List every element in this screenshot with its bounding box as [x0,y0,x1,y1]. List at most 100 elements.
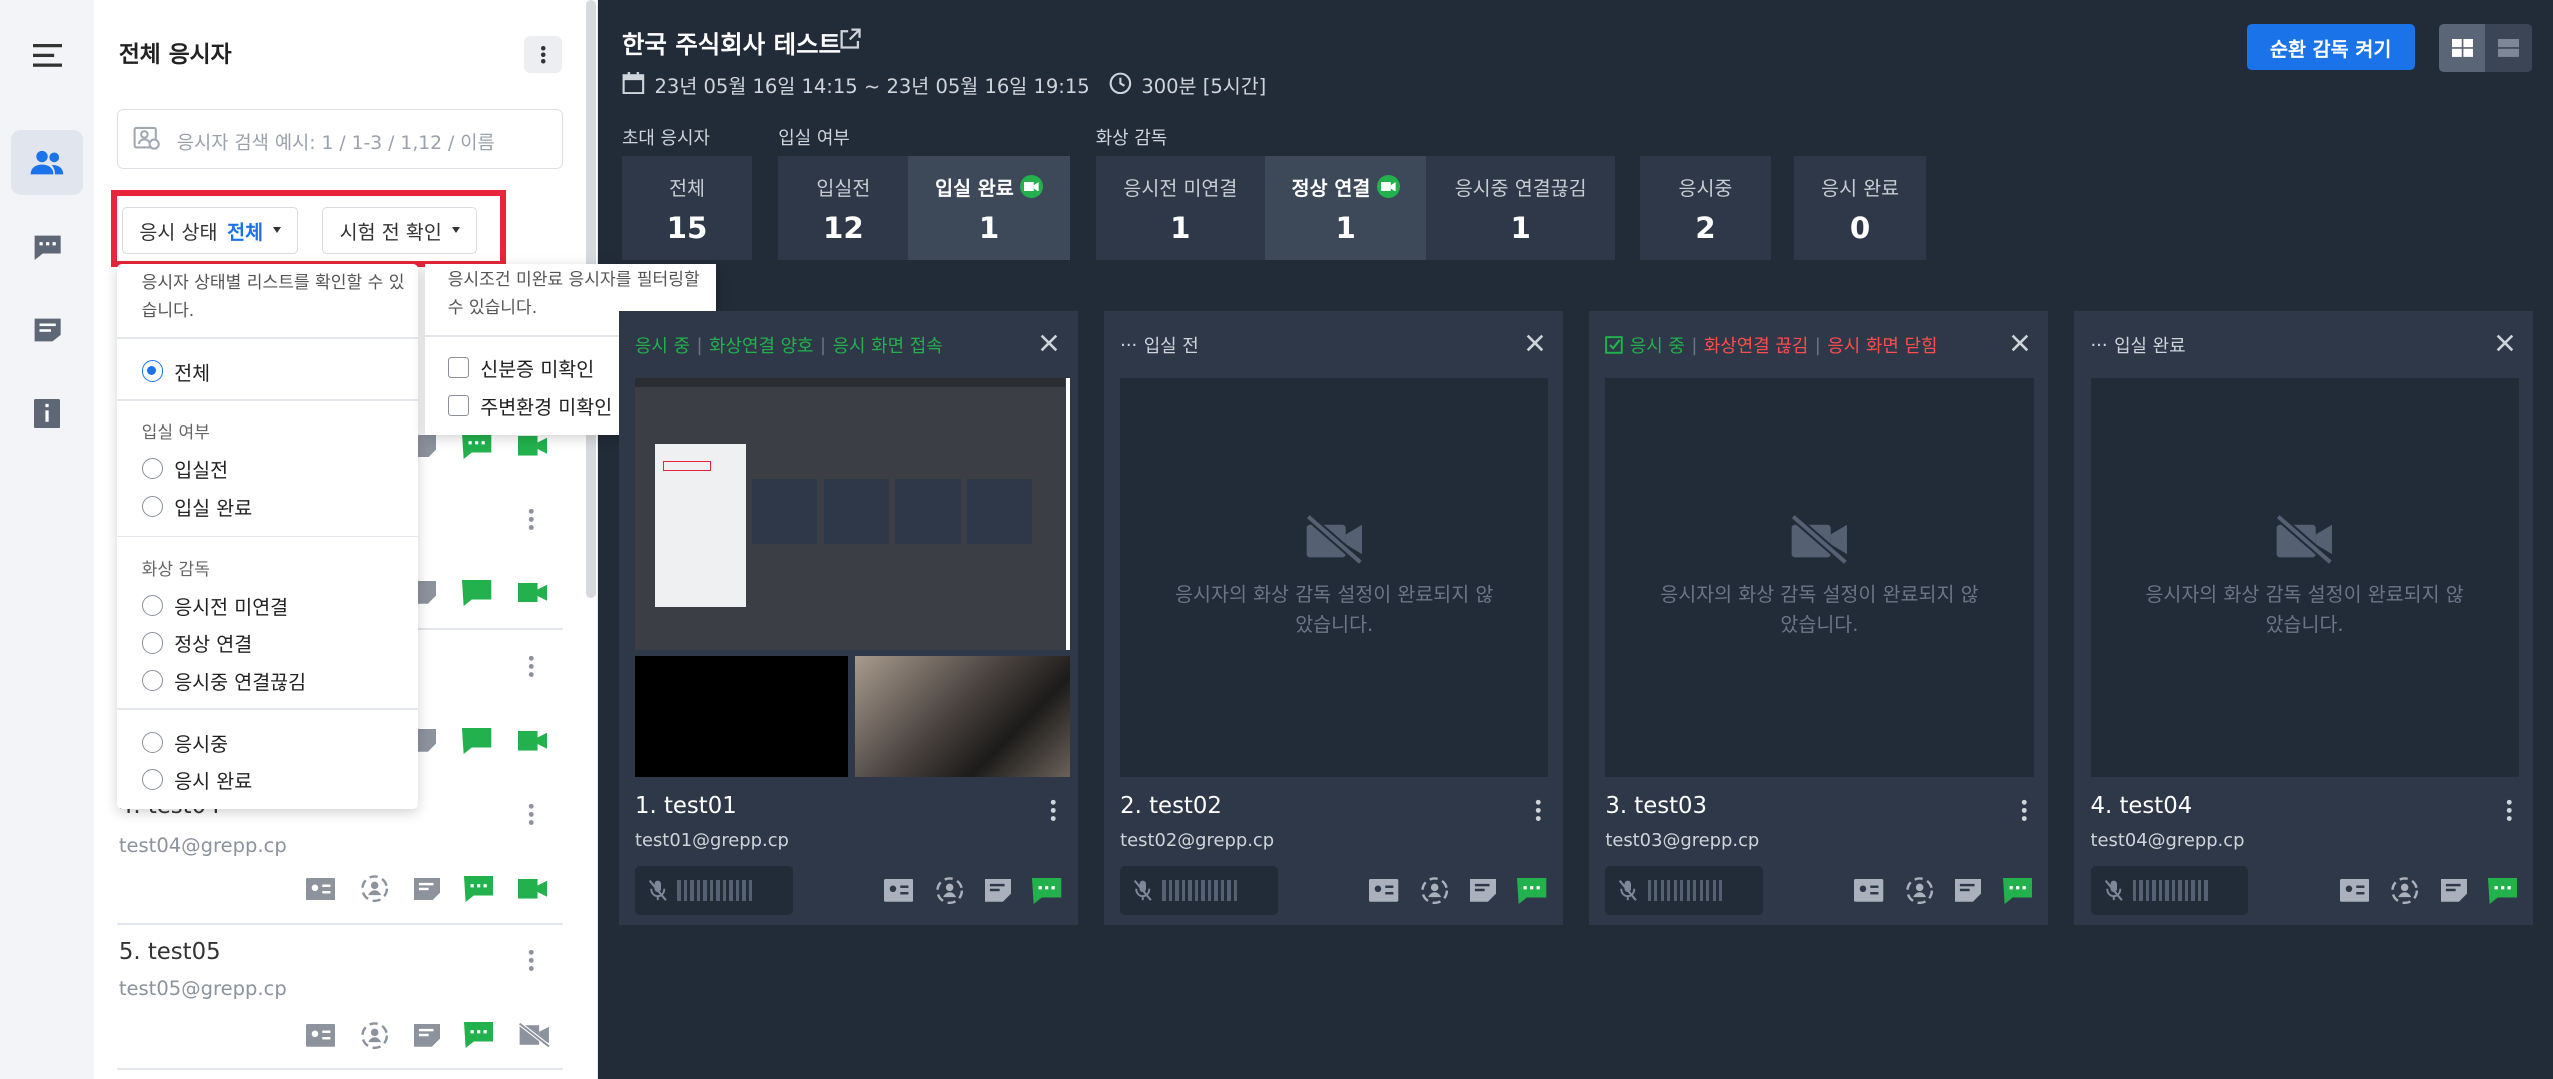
card-actions [1854,876,2032,905]
environment-check-icon[interactable] [2390,876,2419,905]
video-off-icon [1790,515,1849,565]
radio-entry-done[interactable]: 입실 완료 [141,492,252,521]
chat-icon[interactable] [462,579,492,606]
candidate-name[interactable]: 5. test05 [119,939,221,965]
chat-icon[interactable] [2487,877,2518,904]
candidate-search-input[interactable]: 응시자 검색 예시: 1 / 1-3 / 1,12 / 이름 [117,109,564,170]
grid-view-icon[interactable] [2438,24,2486,72]
radio-in-progress[interactable]: 응시중 [141,728,228,757]
close-icon[interactable] [1040,334,1058,352]
radio-disconnected[interactable]: 응시중 연결끊김 [141,666,306,695]
notes-nav-icon[interactable] [11,298,83,363]
card-candidate-name[interactable]: 4. test04 [2091,793,2193,819]
environment-check-icon[interactable] [1905,876,1934,905]
webcam-feed-2[interactable] [854,656,1070,777]
card-more-icon[interactable] [1535,799,1542,822]
row-4-more-icon[interactable] [528,803,535,826]
radio-all[interactable]: 전체 [141,357,210,386]
video-camera-icon [1020,175,1044,198]
rotate-monitoring-button[interactable]: 순환 감독 켜기 [2246,24,2415,70]
stat-connected[interactable]: 정상 연결 1 [1265,156,1427,261]
video-icon[interactable] [517,436,547,456]
note-icon[interactable] [1955,879,1982,902]
note-icon[interactable] [2440,879,2467,902]
stat-before-entry[interactable]: 입실전 12 [778,156,909,261]
candidate-card: ··· 입실 전 응시자의 화상 감독 설정이 완료되지 않았습니다. 2. te… [1103,310,1563,925]
card-candidate-email: test04@grepp.cp [2090,830,2245,852]
status-filter-button[interactable]: 응시 상태 전체 [122,206,299,254]
environment-check-icon[interactable] [1420,876,1449,905]
row-5-more-icon[interactable] [528,949,535,972]
environment-check-icon[interactable] [935,876,964,905]
mic-muted-icon[interactable] [648,879,668,902]
chat-icon[interactable] [463,1022,494,1049]
stat-entry-done[interactable]: 입실 완료 1 [908,156,1070,261]
chat-nav-icon[interactable] [11,215,83,280]
radio-connected[interactable]: 정상 연결 [141,628,252,657]
video-icon[interactable] [517,582,547,603]
stat-total[interactable]: 전체 15 [621,156,753,261]
radio-not-connected[interactable]: 응시전 미연결 [141,591,288,620]
close-icon[interactable] [1526,334,1544,352]
mic-muted-icon[interactable] [1618,879,1638,902]
card-status: 응시 중 | 화상연결 끊김 | 응시 화면 닫힘 [1605,332,1937,358]
stat-disconnected[interactable]: 응시중 연결끊김 1 [1426,156,1616,261]
note-icon[interactable] [985,879,1012,902]
precheck-filter-button[interactable]: 시험 전 확인 [322,206,477,254]
chat-icon[interactable] [462,727,492,754]
stat-in-progress[interactable]: 응시중 2 [1639,156,1772,261]
mic-muted-icon[interactable] [1133,879,1153,902]
id-card-icon[interactable] [1854,879,1884,902]
note-icon[interactable] [1470,879,1497,902]
chevron-down-icon [272,227,281,233]
radio-before-entry[interactable]: 입실전 [141,454,228,483]
chat-icon[interactable] [463,875,494,902]
card-more-icon[interactable] [2506,799,2513,822]
id-card-icon[interactable] [306,877,336,901]
checkbox-env-unchecked[interactable]: 주변환경 미확인 [447,391,612,420]
card-more-icon[interactable] [2021,799,2028,822]
card-candidate-name[interactable]: 1. test01 [635,793,737,819]
panel-more-icon[interactable] [524,35,562,74]
close-icon[interactable] [2496,334,2514,352]
external-link-icon[interactable] [840,28,861,49]
row-3-more-icon[interactable] [528,655,535,678]
stat-done[interactable]: 응시 완료 0 [1794,156,1927,261]
note-icon[interactable] [413,877,440,901]
video-icon[interactable] [517,731,547,751]
info-nav-icon[interactable] [11,381,83,446]
stat-not-connected[interactable]: 응시전 미연결 1 [1095,156,1266,261]
row-2-more-icon[interactable] [528,508,535,531]
close-icon[interactable] [2011,334,2029,352]
video-off-icon[interactable] [518,1022,551,1049]
environment-check-icon[interactable] [360,874,389,903]
menu-toggle-icon[interactable] [11,23,83,88]
id-card-icon[interactable] [1369,879,1399,902]
video-off-icon [2275,515,2334,565]
card-more-icon[interactable] [1050,799,1057,822]
card-actions [884,876,1062,905]
audio-level-meter [2090,866,2249,915]
environment-check-icon[interactable] [360,1021,389,1050]
mic-muted-icon[interactable] [2104,879,2124,902]
nav-rail [0,0,95,1079]
radio-done[interactable]: 응시 완료 [141,765,252,794]
candidate-email: test05@grepp.cp [118,976,287,1000]
chat-icon[interactable] [1032,877,1062,904]
radio-selected-icon [141,360,163,382]
screen-share-feed[interactable] [634,377,1070,650]
chat-icon[interactable] [462,433,492,460]
id-card-icon[interactable] [884,879,914,902]
id-card-icon[interactable] [306,1024,336,1047]
candidates-nav-icon[interactable] [11,130,84,196]
list-view-icon[interactable] [2485,24,2531,71]
card-candidate-name[interactable]: 3. test03 [1605,793,1707,819]
id-card-icon[interactable] [2339,879,2369,902]
chat-icon[interactable] [1517,877,1547,904]
video-icon[interactable] [517,879,547,899]
chat-icon[interactable] [2002,877,2032,904]
card-candidate-name[interactable]: 2. test02 [1120,793,1222,819]
note-icon[interactable] [413,1024,440,1047]
webcam-feed-1[interactable] [634,656,849,777]
checkbox-id-unchecked[interactable]: 신분증 미확인 [447,353,594,382]
